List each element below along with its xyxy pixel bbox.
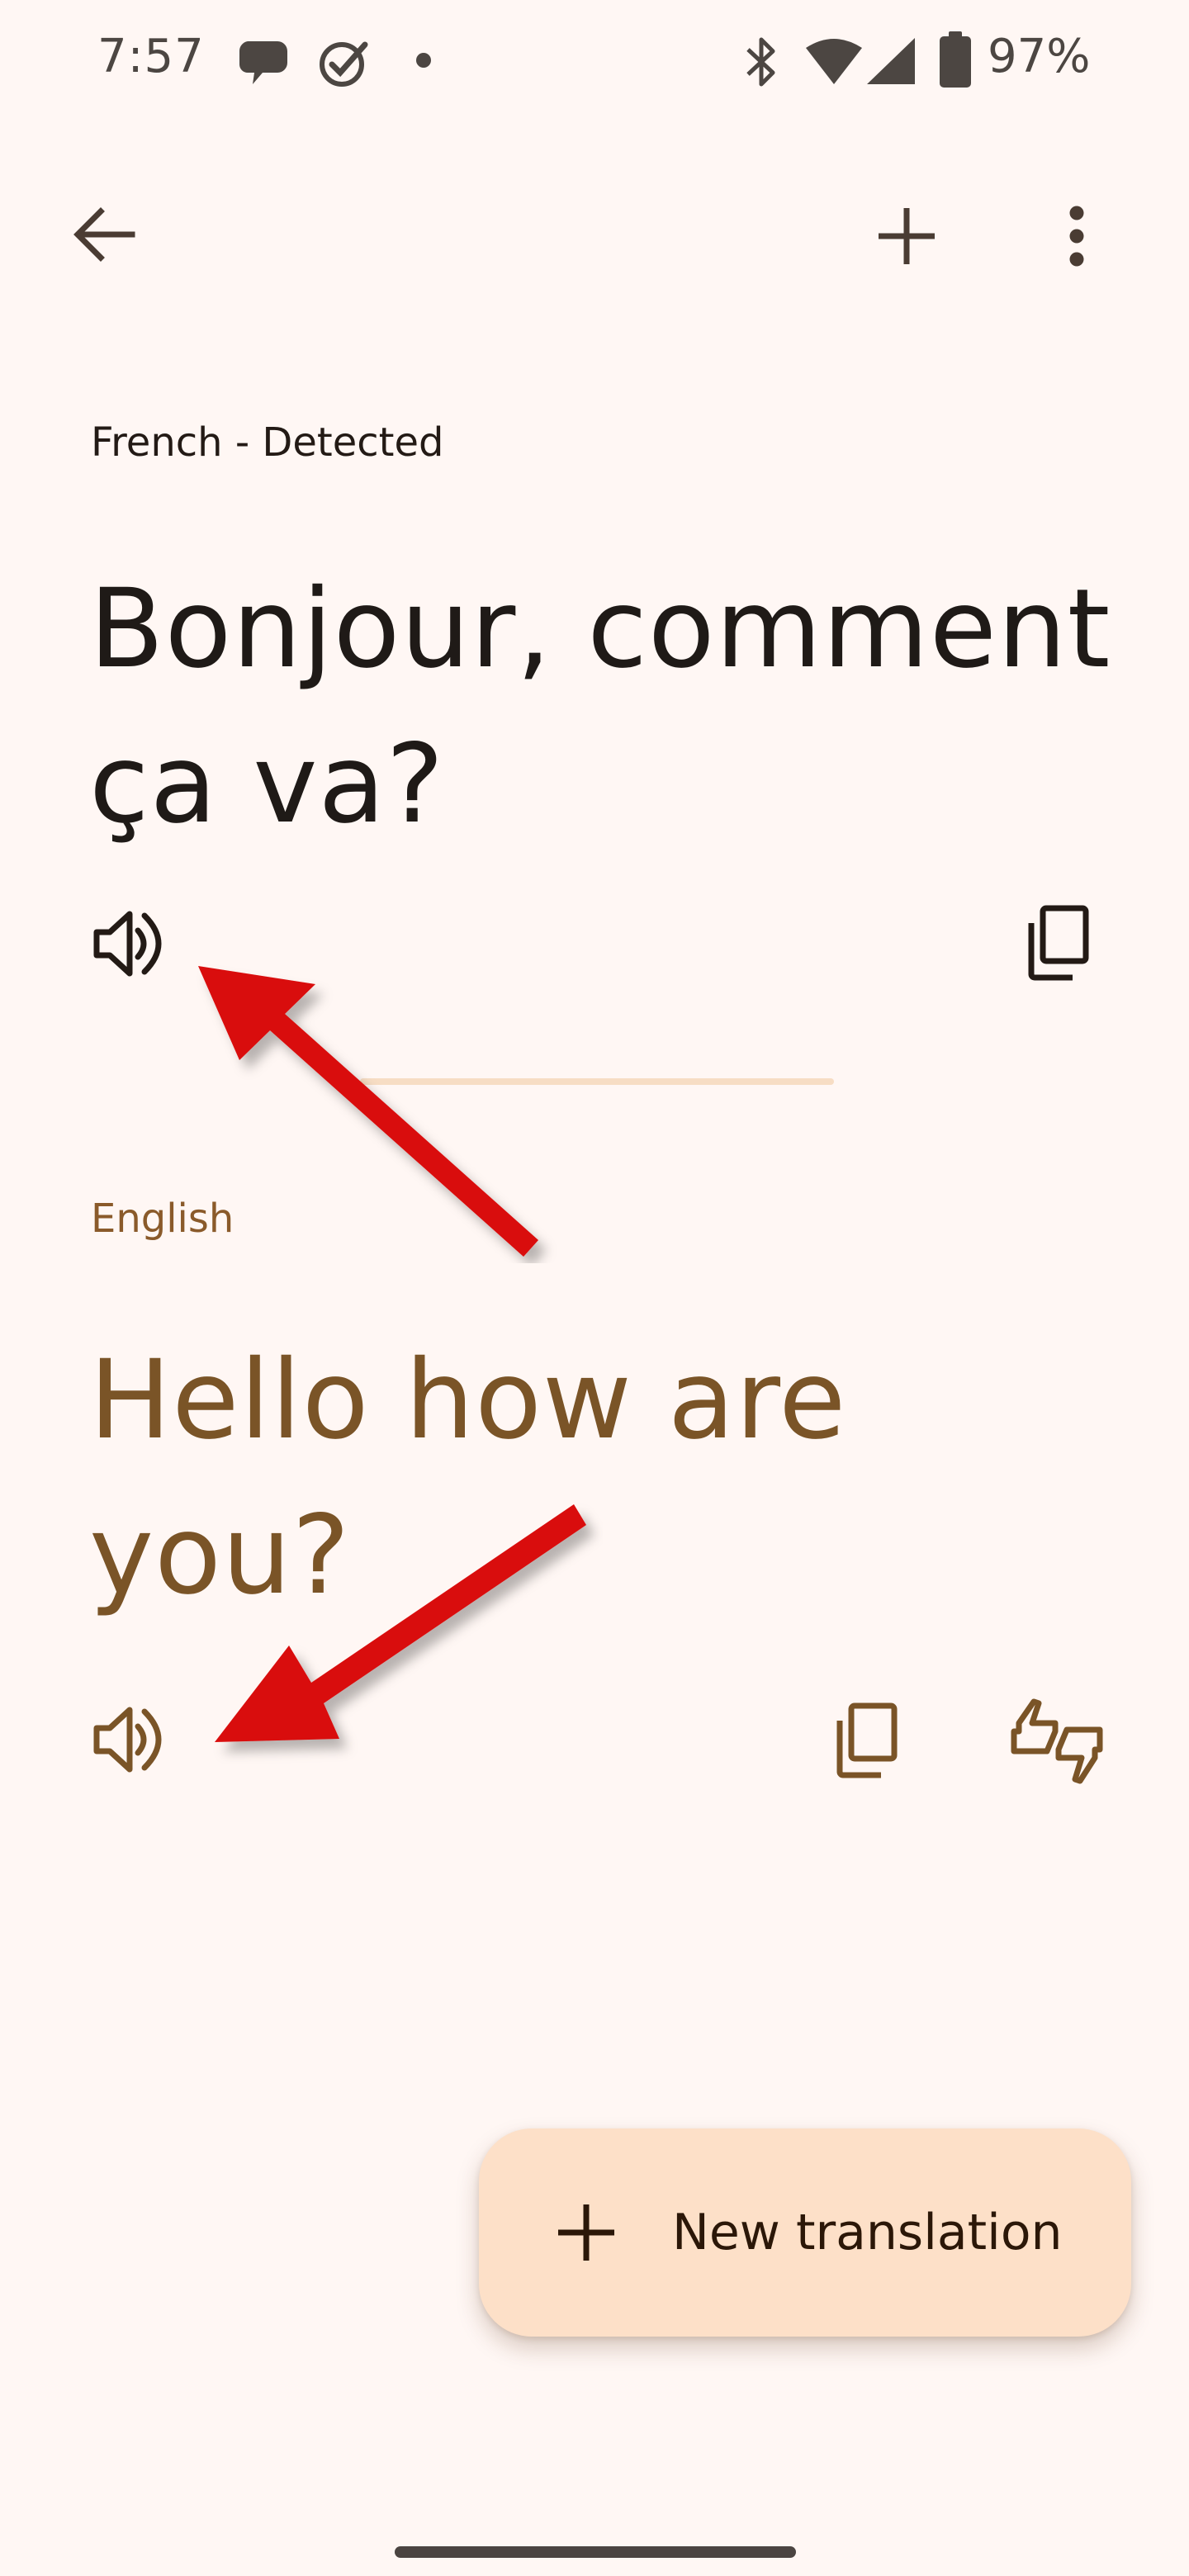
dot-icon	[416, 53, 431, 68]
more-vert-icon	[1068, 205, 1085, 271]
speaker-icon	[92, 1705, 166, 1778]
source-text[interactable]: Bonjour, comment ça va?	[89, 552, 1113, 862]
new-translation-button[interactable]: New translation	[479, 2129, 1131, 2337]
copy-icon	[833, 1702, 899, 1782]
plus-icon	[553, 2200, 619, 2266]
signal-icon	[865, 36, 917, 86]
chat-bubble-icon	[238, 38, 291, 88]
plus-icon	[875, 205, 938, 271]
back-button[interactable]	[64, 197, 144, 276]
battery-icon	[938, 31, 973, 89]
home-gesture-bar[interactable]	[395, 2546, 796, 2558]
speaker-icon	[92, 909, 166, 982]
target-listen-button[interactable]	[88, 1704, 170, 1778]
annotation-arrow-lower	[198, 1486, 603, 1800]
thumbs-up-down-icon	[1009, 1698, 1105, 1789]
source-listen-button[interactable]	[88, 908, 170, 983]
bluetooth-icon	[741, 33, 783, 91]
annotation-arrow-upper	[182, 949, 561, 1263]
more-options-button[interactable]	[1050, 200, 1103, 276]
add-button[interactable]	[869, 200, 945, 276]
source-copy-button[interactable]	[1021, 905, 1095, 984]
battery-percent: 97%	[988, 30, 1091, 83]
new-translation-label: New translation	[672, 2204, 1063, 2261]
source-language-label: French - Detected	[91, 419, 444, 466]
check-circle-icon	[317, 36, 370, 89]
copy-icon	[1025, 905, 1091, 984]
target-copy-button[interactable]	[829, 1702, 903, 1782]
status-time: 7:57	[97, 30, 205, 83]
back-arrow-icon	[73, 207, 135, 265]
rate-translation-button[interactable]	[1007, 1694, 1106, 1793]
wifi-icon	[804, 36, 864, 86]
